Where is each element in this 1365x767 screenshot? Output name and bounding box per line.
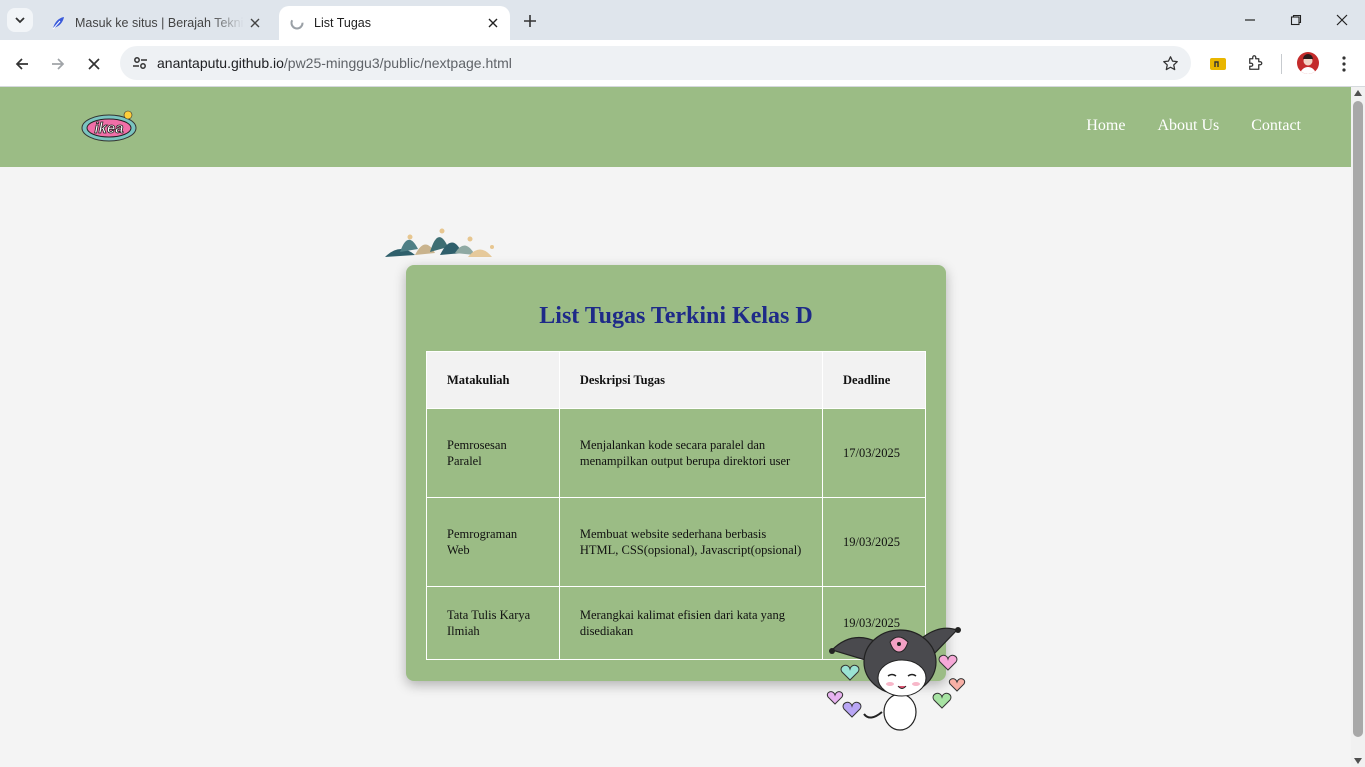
avatar-image-icon (1300, 54, 1316, 74)
loading-icon (289, 15, 305, 31)
cell-course: Pemrograman Web (426, 497, 560, 587)
table-row: Pemrosesan Paralel Menjalankan kode seca… (426, 408, 926, 498)
stop-loading-button[interactable] (79, 49, 109, 79)
close-window-button[interactable] (1319, 0, 1365, 40)
restore-icon (1290, 14, 1302, 26)
scroll-up-arrow-icon[interactable] (1354, 90, 1362, 96)
web-page: ikea Home About Us Contact List Tugas Te… (0, 87, 1351, 767)
task-card: List Tugas Terkini Kelas D Matakuliah De… (406, 265, 946, 681)
column-header-matakuliah: Matakuliah (426, 351, 560, 409)
forward-arrow-icon (52, 58, 65, 70)
tab-berajah[interactable]: Masuk ke situs | Berajah Teknik (40, 6, 272, 40)
stop-icon (88, 58, 100, 70)
restore-button[interactable] (1273, 0, 1319, 40)
cell-course: Pemrosesan Paralel (426, 408, 560, 498)
main-nav: Home About Us Contact (1086, 117, 1301, 135)
extensions-button[interactable] (1240, 49, 1270, 79)
minimize-icon (1245, 19, 1255, 21)
address-bar[interactable]: anantaputu.github.io/pw25-minggu3/public… (120, 46, 1191, 80)
site-settings-icon[interactable] (126, 49, 154, 77)
logo-text: ikea (94, 120, 123, 137)
close-tab-icon[interactable] (244, 12, 266, 34)
table-header-row: Matakuliah Deskripsi Tugas Deadline (426, 351, 926, 409)
bookmark-star-icon[interactable] (1159, 52, 1181, 74)
chevron-down-icon (15, 17, 25, 24)
browser-toolbar: anantaputu.github.io/pw25-minggu3/public… (0, 40, 1365, 87)
task-table: Matakuliah Deskripsi Tugas Deadline Pemr… (426, 351, 926, 660)
extension-ublock-button[interactable] (1203, 49, 1233, 79)
nav-home[interactable]: Home (1086, 117, 1125, 135)
more-vertical-icon (1342, 56, 1346, 72)
column-header-deskripsi: Deskripsi Tugas (558, 351, 824, 409)
feather-icon (50, 15, 66, 31)
site-logo[interactable]: ikea (80, 107, 138, 147)
close-tab-icon[interactable] (482, 12, 504, 34)
scroll-thumb[interactable] (1353, 101, 1363, 737)
kuromi-sticker (826, 627, 966, 731)
table-row: Pemrograman Web Membuat website sederhan… (426, 497, 926, 587)
tab-title: Masuk ke situs | Berajah Teknik (75, 16, 244, 30)
minimize-button[interactable] (1227, 0, 1273, 40)
cell-description: Membuat website sederhana berbasis HTML,… (558, 497, 824, 587)
forward-button[interactable] (43, 49, 73, 79)
tab-search-button[interactable] (7, 8, 33, 32)
tab-title: List Tugas (314, 16, 371, 30)
url-path: /pw25-minggu3/public/nextpage.html (283, 55, 512, 71)
cell-deadline: 17/03/2025 (822, 408, 926, 498)
url-host: anantaputu.github.io (157, 55, 284, 71)
tab-strip: Masuk ke situs | Berajah Teknik List Tug… (0, 0, 1365, 40)
nav-contact[interactable]: Contact (1251, 117, 1301, 135)
leaf-decoration (385, 228, 494, 257)
back-arrow-icon (15, 58, 28, 70)
profile-avatar[interactable] (1297, 52, 1319, 74)
page-title: List Tugas Terkini Kelas D (539, 303, 813, 329)
toolbar-divider (1281, 54, 1282, 74)
close-icon (1336, 14, 1348, 26)
cell-deadline: 19/03/2025 (822, 497, 926, 587)
page-scrollbar[interactable] (1351, 87, 1365, 767)
plus-icon (524, 15, 536, 27)
cell-description: Menjalankan kode secara paralel dan mena… (558, 408, 824, 498)
tab-list-tugas[interactable]: List Tugas (279, 6, 510, 40)
browser-menu-button[interactable] (1329, 49, 1359, 79)
url-text: anantaputu.github.io/pw25-minggu3/public… (157, 55, 512, 71)
cell-description: Merangkai kalimat efisien dari kata yang… (558, 586, 824, 660)
back-button[interactable] (7, 49, 37, 79)
column-header-deadline: Deadline (822, 351, 926, 409)
nav-about-us[interactable]: About Us (1157, 117, 1219, 135)
new-tab-button[interactable] (518, 9, 542, 33)
extension-badge-icon (1210, 58, 1226, 70)
puzzle-icon (1249, 55, 1263, 70)
site-header: ikea Home About Us Contact (0, 87, 1351, 167)
scroll-down-arrow-icon[interactable] (1354, 758, 1362, 764)
cell-course: Tata Tulis Karya Ilmiah (426, 586, 560, 660)
